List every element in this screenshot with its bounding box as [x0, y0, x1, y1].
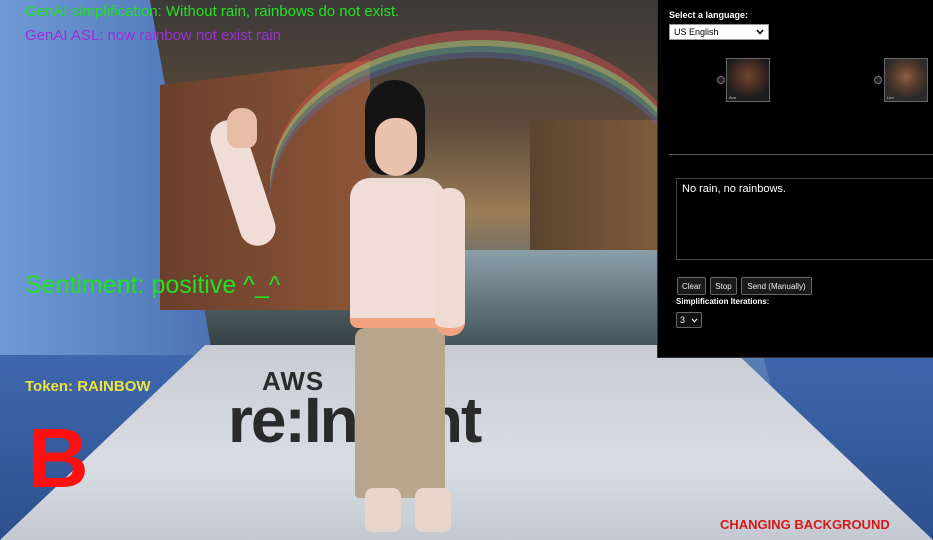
genai-asl-text: GenAI ASL: now rainbow not exist rain	[25, 27, 281, 44]
avatar-face	[375, 118, 417, 176]
avatar-right-arm	[435, 188, 465, 336]
avatar-radio-1[interactable]	[717, 76, 725, 84]
avatar-torso	[350, 178, 445, 328]
genai-simplification-text: GenAI simplification: Without rain, rain…	[25, 3, 400, 20]
panel-divider	[669, 154, 933, 155]
signing-avatar	[205, 78, 475, 540]
iterations-label: Simplification Iterations:	[676, 297, 770, 306]
avatar-thumbnail-1[interactable]: Ava	[726, 58, 770, 102]
iterations-select[interactable]: 3	[676, 312, 702, 328]
stop-button[interactable]: Stop	[710, 277, 737, 295]
language-select[interactable]: US English	[669, 24, 769, 40]
avatar-hand	[227, 108, 257, 148]
changing-background-label: CHANGING BACKGROUND	[720, 517, 890, 532]
avatar-shoe-right	[415, 488, 451, 532]
avatar-thumbnail-1-tag: Ava	[729, 95, 736, 100]
chevron-down-icon	[691, 317, 698, 323]
avatar-legs	[355, 328, 445, 498]
iterations-select-value: 3	[679, 315, 685, 325]
avatar-thumbnail-2[interactable]: Leo	[884, 58, 928, 102]
clear-button[interactable]: Clear	[677, 277, 706, 295]
chevron-down-icon	[756, 29, 764, 35]
control-panel: Select a language: US English Ava Leo No…	[657, 0, 933, 358]
language-select-value: US English	[674, 27, 719, 37]
token-text: Token: RAINBOW	[25, 378, 151, 395]
avatar-thumbnail-2-tag: Leo	[887, 95, 894, 100]
avatar-radio-2[interactable]	[874, 76, 882, 84]
fingerspell-letter: B	[28, 411, 89, 505]
send-manually-button[interactable]: Send (Manually)	[741, 277, 812, 295]
language-label: Select a language:	[669, 10, 749, 20]
avatar-shoe-left	[365, 488, 401, 532]
text-input-area[interactable]: No rain, no rainbows.	[676, 178, 933, 260]
sentiment-text: Sentiment: positive ^_^	[25, 271, 281, 299]
